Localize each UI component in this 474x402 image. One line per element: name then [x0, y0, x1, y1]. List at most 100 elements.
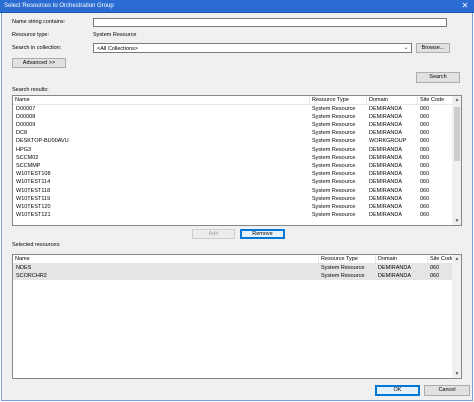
cell-name: DC8 — [16, 130, 28, 137]
cell-site-code: 060 — [420, 203, 430, 210]
cell-name: W10TEST120 — [16, 203, 51, 210]
cell-site-code: 060 — [420, 105, 430, 112]
cell-domain: DEMIRANDA — [369, 162, 403, 169]
cell-resource-type: System Resource — [312, 187, 356, 194]
cell-domain: DEMIRANDA — [369, 212, 403, 219]
table-row[interactable]: NDES System Resource DEMIRANDA 060 — [13, 264, 453, 273]
search-results-table[interactable]: Name Resource Type Domain Site Code D000… — [12, 95, 462, 226]
scroll-down-icon[interactable]: ▼ — [453, 370, 461, 378]
table-row[interactable]: W10TEST120 System Resource DEMIRANDA 060 — [13, 203, 453, 211]
table-row[interactable]: D00008 System Resource DEMIRANDA 060 — [13, 113, 453, 121]
cell-name: SCCMMP — [16, 162, 41, 169]
table-row[interactable]: DESKTOP-BU00AVU System Resource WORKGROUP 0… — [13, 138, 453, 146]
table-row[interactable]: HPG3 System Resource DEMIRANDA 060 — [13, 146, 453, 154]
selected-resources-scrollbar[interactable]: ▲ ▼ — [452, 255, 461, 378]
browse-button[interactable]: Browse... — [416, 43, 450, 53]
cell-domain: DEMIRANDA — [378, 272, 412, 279]
cell-resource-type: System Resource — [312, 105, 356, 112]
cancel-button[interactable]: Cancel — [424, 385, 470, 396]
table-row[interactable]: DC8 System Resource DEMIRANDA 060 — [13, 130, 453, 138]
resource-type-label: Resource type: — [12, 32, 49, 38]
cell-site-code: 060 — [420, 113, 430, 120]
cell-name: W10TEST118 — [16, 187, 51, 194]
cell-resource-type: System Resource — [321, 264, 365, 271]
table-row[interactable]: D00007 System Resource DEMIRANDA 060 — [13, 105, 453, 113]
cell-site-code: 060 — [420, 179, 430, 186]
cell-site-code: 060 — [420, 121, 430, 128]
cell-resource-type: System Resource — [312, 138, 356, 145]
cell-domain: DEMIRANDA — [378, 264, 412, 271]
cell-resource-type: System Resource — [312, 179, 356, 186]
scroll-up-icon[interactable]: ▲ — [453, 255, 461, 263]
cell-domain: DEMIRANDA — [369, 130, 403, 137]
cell-name: D00007 — [16, 105, 36, 112]
search-results-label: Search results: — [12, 87, 49, 93]
cell-resource-type: System Resource — [312, 146, 356, 153]
cell-site-code: 060 — [420, 138, 430, 145]
cell-resource-type: System Resource — [312, 130, 356, 137]
cell-site-code: 060 — [420, 130, 430, 137]
cell-domain: DEMIRANDA — [369, 105, 403, 112]
table-row[interactable]: W10TEST121 System Resource DEMIRANDA 060 — [13, 212, 453, 220]
table-row[interactable]: W10TEST119 System Resource DEMIRANDA 060 — [13, 195, 453, 203]
close-icon[interactable]: ✕ — [458, 1, 472, 11]
cell-domain: WORKGROUP — [369, 138, 407, 145]
column-header-name[interactable]: Name — [13, 256, 318, 264]
cell-site-code: 060 — [430, 272, 440, 279]
table-row[interactable]: W10TEST108 System Resource DEMIRANDA 060 — [13, 171, 453, 179]
cell-resource-type: System Resource — [312, 162, 356, 169]
add-button[interactable]: Add — [192, 229, 235, 239]
cell-resource-type: System Resource — [312, 203, 356, 210]
column-header-site-code[interactable]: Site Code — [417, 97, 453, 105]
search-results-scrollbar[interactable]: ▲ ▼ — [452, 96, 461, 225]
cell-domain: DEMIRANDA — [369, 146, 403, 153]
column-header-domain[interactable]: Domain — [366, 97, 417, 105]
cell-resource-type: System Resource — [312, 212, 356, 219]
search-collection-label: Search in collection: — [12, 45, 62, 51]
remove-button[interactable]: Remove — [240, 229, 285, 239]
cell-domain: DEMIRANDA — [369, 113, 403, 120]
column-header-domain[interactable]: Domain — [375, 256, 427, 264]
cell-resource-type: System Resource — [312, 113, 356, 120]
search-results-header: Name Resource Type Domain Site Code — [13, 96, 453, 105]
cell-domain: DEMIRANDA — [369, 195, 403, 202]
collection-select[interactable]: <All Collections> ⌄ — [93, 43, 412, 53]
table-row[interactable]: W10TEST118 System Resource DEMIRANDA 060 — [13, 187, 453, 195]
column-header-name[interactable]: Name — [13, 97, 309, 105]
scroll-thumb[interactable] — [454, 107, 460, 161]
collection-select-value: <All Collections> — [97, 45, 138, 52]
cell-site-code: 060 — [420, 154, 430, 161]
table-row[interactable]: SCCM02 System Resource DEMIRANDA 060 — [13, 154, 453, 162]
scroll-up-icon[interactable]: ▲ — [453, 96, 461, 104]
cell-domain: DEMIRANDA — [369, 187, 403, 194]
scroll-down-icon[interactable]: ▼ — [453, 217, 461, 225]
cell-site-code: 060 — [420, 195, 430, 202]
table-row[interactable]: SCCMMP System Resource DEMIRANDA 060 — [13, 162, 453, 170]
title-bar[interactable]: Select Resources to Orchestration Group … — [0, 0, 474, 13]
table-row[interactable]: SCORCHR2 System Resource DEMIRANDA 060 — [13, 272, 453, 281]
search-button[interactable]: Search — [416, 72, 460, 83]
cell-domain: DEMIRANDA — [369, 121, 403, 128]
cell-domain: DEMIRANDA — [369, 154, 403, 161]
column-header-resource-type[interactable]: Resource Type — [318, 256, 375, 264]
cell-name: D00009 — [16, 121, 36, 128]
advanced-button[interactable]: Advanced >> — [12, 58, 66, 68]
cell-domain: DEMIRANDA — [369, 171, 403, 178]
dialog-body: Name string contains: Resource type: Sys… — [1, 13, 473, 401]
cell-name: HPG3 — [16, 146, 31, 153]
resource-type-value: System Resource — [93, 32, 137, 38]
cell-site-code: 060 — [420, 171, 430, 178]
selected-resources-table[interactable]: Name Resource Type Domain Site Code NDES… — [12, 254, 462, 379]
column-header-resource-type[interactable]: Resource Type — [309, 97, 366, 105]
cell-resource-type: System Resource — [312, 154, 356, 161]
name-string-input[interactable] — [93, 18, 447, 27]
table-row[interactable]: W10TEST114 System Resource DEMIRANDA 060 — [13, 179, 453, 187]
cell-resource-type: System Resource — [312, 195, 356, 202]
column-header-site-code[interactable]: Site Code — [427, 256, 454, 264]
ok-button[interactable]: OK — [375, 385, 420, 396]
table-row[interactable]: D00009 System Resource DEMIRANDA 060 — [13, 121, 453, 129]
cell-resource-type: System Resource — [312, 171, 356, 178]
window-title: Select Resources to Orchestration Group — [4, 3, 114, 9]
chevron-down-icon: ⌄ — [403, 45, 409, 51]
cell-name: W10TEST119 — [16, 195, 51, 202]
